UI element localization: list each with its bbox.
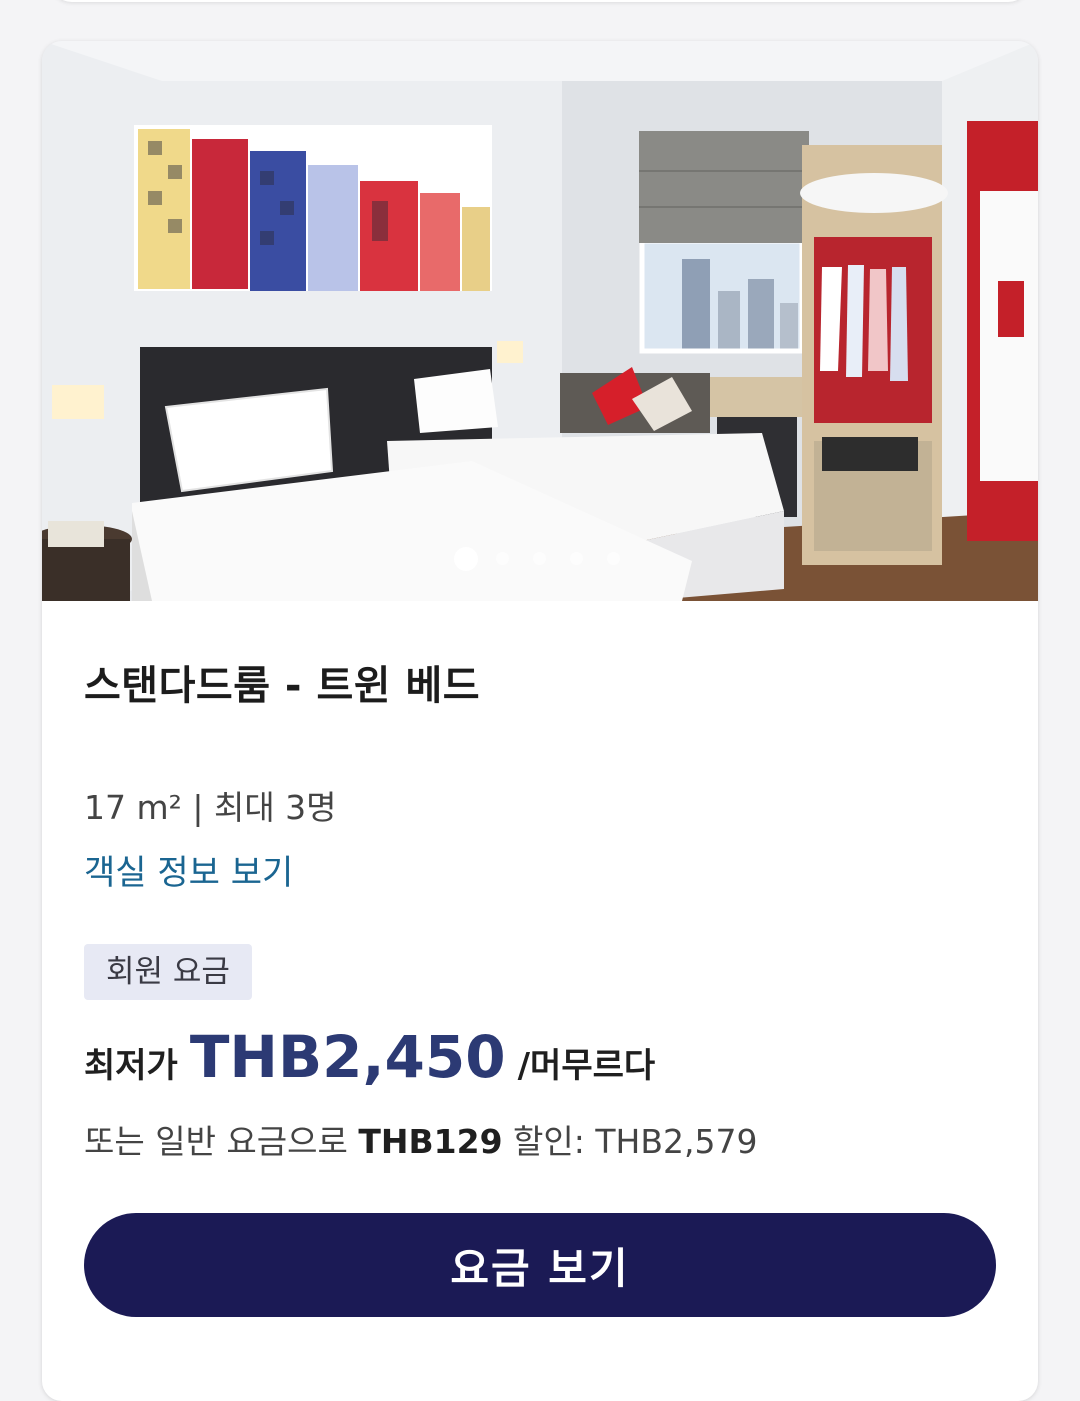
carousel-dot-icon[interactable]	[454, 547, 478, 571]
room-specs: 17 m² | 최대 3명	[84, 788, 337, 827]
room-photo[interactable]	[42, 41, 1038, 601]
alt-rate-discount: THB129	[358, 1122, 503, 1161]
price-row: 최저가 THB2,450 /머무르다	[84, 1023, 655, 1093]
view-rates-button[interactable]: 요금 보기	[84, 1213, 996, 1317]
price-suffix: /머무르다	[517, 1046, 656, 1086]
price-amount: THB2,450	[189, 1023, 506, 1091]
alt-rate-prefix: 또는 일반 요금으로	[84, 1122, 348, 1161]
alt-rate-suffix: 할인: THB2,579	[513, 1122, 758, 1161]
price-prefix: 최저가	[84, 1046, 178, 1086]
room-card: 스탠다드룸 - 트윈 베드 17 m² | 최대 3명 객실 정보 보기 회원 …	[42, 41, 1038, 1401]
room-title: 스탠다드룸 - 트윈 베드	[84, 663, 481, 709]
member-rate-badge: 회원 요금	[84, 944, 252, 1000]
carousel-dot-icon[interactable]	[496, 552, 509, 565]
carousel-dot-icon[interactable]	[570, 552, 583, 565]
alternative-rate: 또는 일반 요금으로 THB129 할인: THB2,579	[84, 1115, 757, 1163]
room-info-link[interactable]: 객실 정보 보기	[84, 845, 293, 894]
carousel-dots	[42, 543, 1038, 573]
carousel-dot-icon[interactable]	[533, 552, 546, 565]
previous-card-edge	[50, 0, 1030, 2]
carousel-dot-icon[interactable]	[607, 552, 620, 565]
